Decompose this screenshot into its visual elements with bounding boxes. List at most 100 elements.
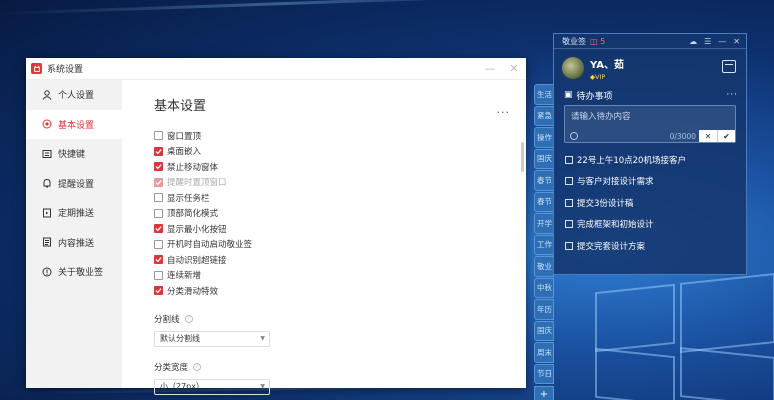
- target-icon: [42, 119, 52, 129]
- checkmark-icon: [155, 288, 162, 294]
- options-list: 窗口置顶桌面嵌入 禁止移动窗体 提醒时置顶窗口 显示任务栏 顶部简化模式 显示最小化按钮开…: [154, 128, 526, 299]
- option-row[interactable]: 禁止移动窗体: [154, 159, 526, 175]
- divider-select-value: 默认分割线: [160, 334, 200, 343]
- option-label: 窗口置顶: [167, 131, 202, 142]
- sidebar-item-schedule-push[interactable]: 定期推送: [26, 198, 122, 228]
- option-row[interactable]: 显示任务栏: [154, 190, 526, 206]
- checkbox[interactable]: [154, 162, 163, 172]
- option-label: 自动识别超链接: [167, 255, 227, 266]
- category-tab[interactable]: 春节: [534, 191, 554, 212]
- checkmark-icon: [155, 179, 162, 186]
- keyboard-icon: [42, 149, 52, 159]
- sidebar-item-label: 内容推送: [58, 238, 95, 249]
- option-label: 分类滑动特效: [167, 286, 219, 297]
- more-options-button[interactable]: ···: [497, 106, 511, 119]
- option-row[interactable]: 自动识别超链接: [154, 252, 526, 268]
- todo-input[interactable]: 请输入待办内容 0/3000 ✕ ✔: [564, 105, 736, 143]
- todo-checkbox[interactable]: [565, 177, 573, 186]
- width-setting-label: 分类宽度?: [154, 361, 526, 373]
- checkbox[interactable]: [154, 255, 163, 265]
- option-label: 桌面嵌入: [167, 147, 202, 158]
- todo-checkbox[interactable]: [565, 220, 573, 229]
- char-count: 0/3000: [669, 131, 696, 141]
- checkbox[interactable]: [154, 208, 163, 218]
- cancel-button[interactable]: ✕: [699, 130, 717, 142]
- close-button[interactable]: ✕: [502, 58, 526, 80]
- category-tab[interactable]: 操作: [534, 127, 554, 148]
- option-row[interactable]: 开机时自动启动敬业签: [154, 237, 526, 253]
- note-header[interactable]: 敬业签 ◫ 5 ☁ ☰ — ✕: [554, 34, 746, 49]
- option-row[interactable]: 窗口置顶: [154, 128, 526, 144]
- category-tab[interactable]: 生活: [534, 84, 554, 105]
- category-tab[interactable]: 中秋: [534, 277, 554, 298]
- todo-checkbox[interactable]: [565, 241, 573, 250]
- minimize-icon[interactable]: —: [718, 37, 726, 46]
- category-tab[interactable]: 紧急: [534, 105, 554, 126]
- category-tab[interactable]: 国庆: [534, 320, 554, 341]
- checkbox[interactable]: [154, 286, 163, 296]
- sidebar-item-about[interactable]: 关于敬业签: [26, 257, 122, 287]
- title-bar[interactable]: 系统设置 — ✕: [26, 58, 526, 80]
- checkbox[interactable]: [154, 146, 163, 156]
- checkmark-icon: [155, 226, 162, 232]
- section-more-button[interactable]: ···: [726, 90, 746, 100]
- sidebar-item-content-push[interactable]: 内容推送: [26, 228, 122, 258]
- option-label: 连续新增: [167, 271, 202, 282]
- help-icon[interactable]: ?: [193, 362, 202, 371]
- todo-item[interactable]: 22号上午10点20机场接客户: [554, 149, 746, 171]
- settings-window: 系统设置 — ✕ 个人设置 基本设置 快捷键 提醒设置 定期推送 内容推送 关于…: [26, 58, 526, 395]
- option-row[interactable]: 显示最小化按钮: [154, 221, 526, 237]
- chevron-down-icon: ▼: [260, 383, 265, 390]
- checkbox[interactable]: [154, 270, 163, 280]
- calendar-icon[interactable]: [722, 60, 736, 73]
- section-title: 待办事项: [576, 91, 613, 102]
- option-row[interactable]: 桌面嵌入: [154, 144, 526, 160]
- checkbox[interactable]: [154, 224, 163, 234]
- badge-count: 5: [600, 36, 606, 46]
- category-tab[interactable]: 敬业: [534, 256, 554, 277]
- user-info: YA、茹 ◆VIP: [554, 49, 746, 87]
- todo-item[interactable]: 提交完套设计方案: [554, 235, 746, 257]
- option-row[interactable]: 提醒时置顶窗口: [154, 175, 526, 191]
- option-row[interactable]: 分类滑动特效: [154, 283, 526, 299]
- todo-item[interactable]: 与客户对接设计需求: [554, 171, 746, 193]
- category-tab[interactable]: 工作: [534, 234, 554, 255]
- help-icon[interactable]: ?: [184, 314, 193, 323]
- todo-checkbox[interactable]: [565, 198, 573, 207]
- confirm-button[interactable]: ✔: [717, 130, 735, 142]
- sidebar-item-shortcuts[interactable]: 快捷键: [26, 139, 122, 169]
- width-label-text: 分类宽度: [154, 362, 189, 373]
- todo-checkbox[interactable]: [565, 155, 573, 164]
- divider-setting-label: 分割线?: [154, 313, 526, 325]
- checkbox[interactable]: [154, 177, 163, 187]
- width-select-value: 小（27px）: [160, 382, 204, 391]
- clock-icon[interactable]: [570, 132, 578, 140]
- category-tab[interactable]: 周末: [534, 342, 554, 363]
- menu-icon[interactable]: ☰: [704, 37, 711, 46]
- category-tab[interactable]: 年历: [534, 299, 554, 320]
- close-icon[interactable]: ✕: [733, 37, 740, 46]
- category-tab[interactable]: 开学: [534, 213, 554, 234]
- todo-item[interactable]: 提交3份设计稿: [554, 192, 746, 214]
- checkbox[interactable]: [154, 239, 163, 249]
- option-row[interactable]: 连续新增: [154, 268, 526, 284]
- avatar[interactable]: [562, 57, 584, 79]
- category-tab[interactable]: 国庆: [534, 148, 554, 169]
- checkbox[interactable]: [154, 193, 163, 203]
- add-category-button[interactable]: +: [534, 386, 554, 400]
- category-tab[interactable]: 春节: [534, 170, 554, 191]
- sidebar-item-personal[interactable]: 个人设置: [26, 80, 122, 110]
- checkbox[interactable]: [154, 131, 163, 141]
- width-select[interactable]: 小（27px） ▼: [154, 378, 270, 395]
- sidebar-item-basic[interactable]: 基本设置: [26, 109, 122, 139]
- category-tab[interactable]: 节日: [534, 363, 554, 384]
- todo-item[interactable]: 完成框架和初始设计: [554, 214, 746, 236]
- cloud-icon[interactable]: ☁: [689, 37, 697, 46]
- minimize-button[interactable]: —: [478, 58, 502, 80]
- scrollbar[interactable]: [521, 142, 524, 172]
- sidebar-item-reminder[interactable]: 提醒设置: [26, 169, 122, 199]
- notification-badge[interactable]: ◫ 5: [590, 37, 605, 46]
- divider-select[interactable]: 默认分割线 ▼: [154, 330, 270, 347]
- sidebar-item-label: 个人设置: [58, 91, 95, 102]
- option-row[interactable]: 顶部简化模式: [154, 206, 526, 222]
